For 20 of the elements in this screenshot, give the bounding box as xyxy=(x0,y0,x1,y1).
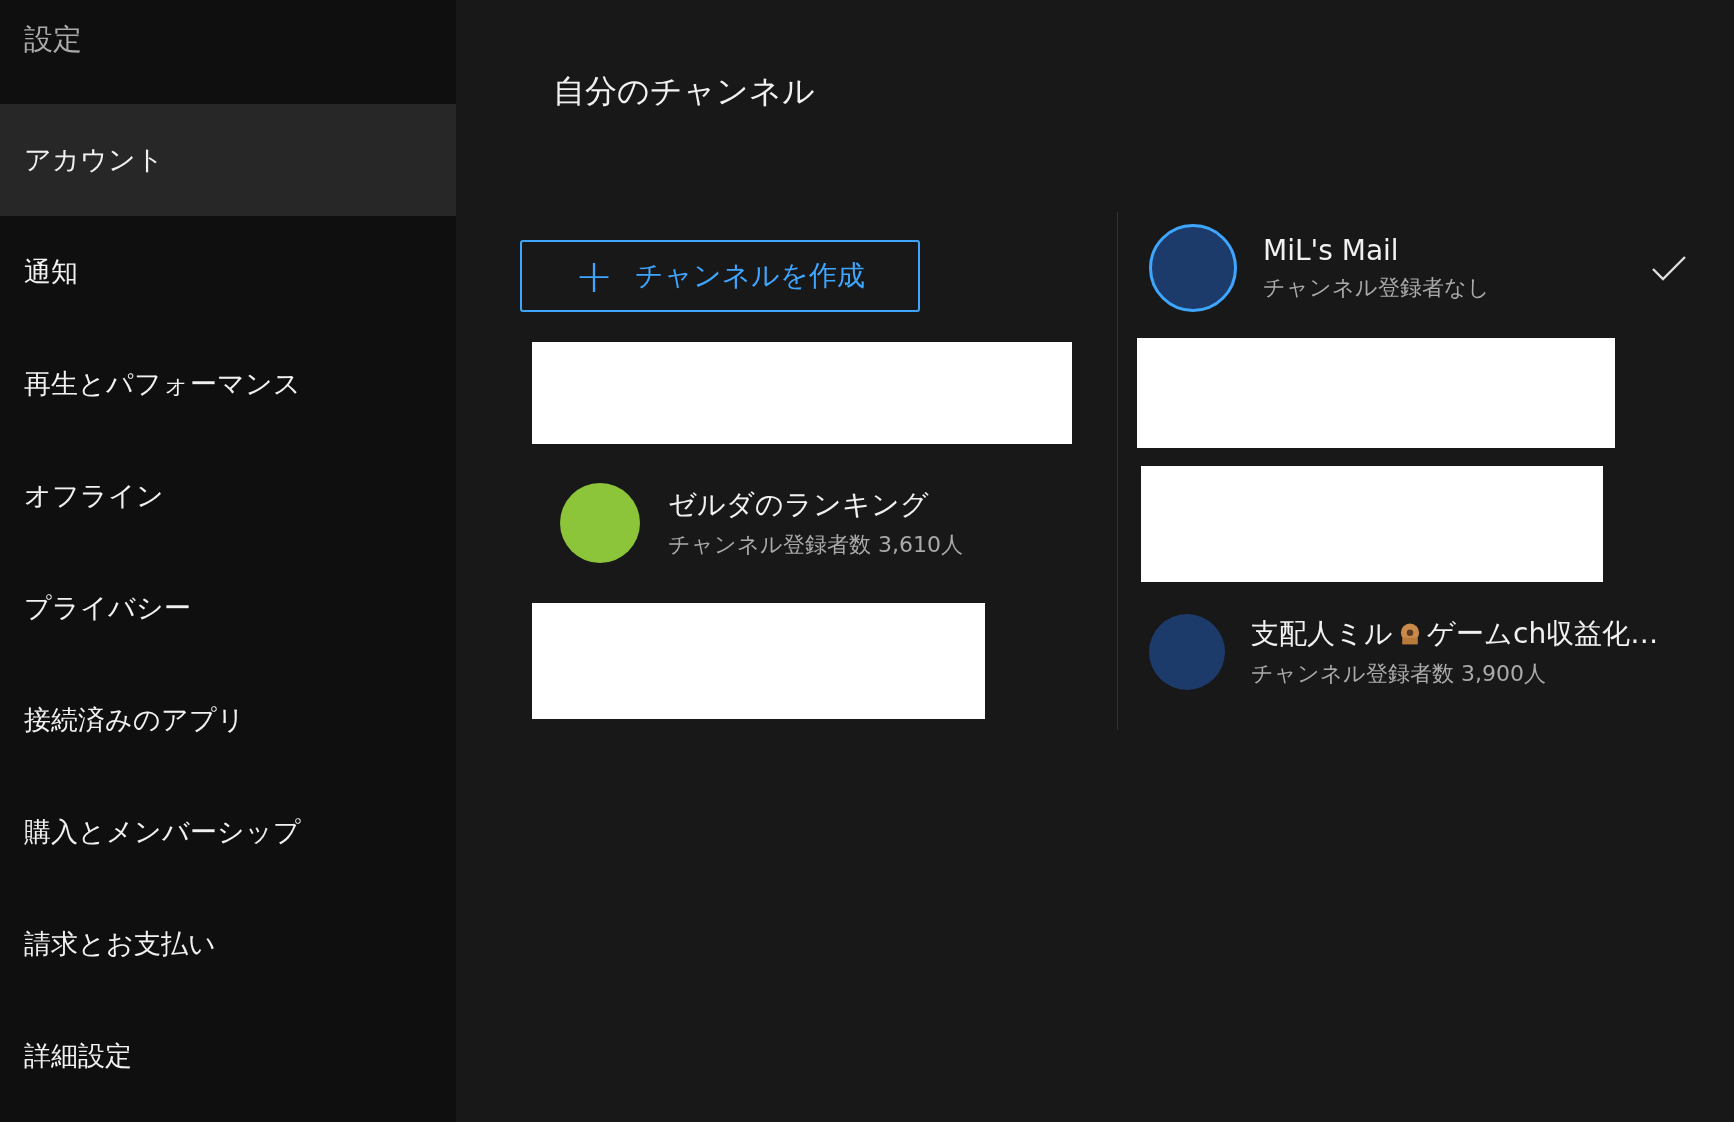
sidebar-item[interactable]: 通知 xyxy=(0,216,456,328)
sidebar-item[interactable]: プライバシー xyxy=(0,552,456,664)
plus-icon: + xyxy=(574,253,614,299)
sidebar-item[interactable]: 接続済みのアプリ xyxy=(0,664,456,776)
subscriber-count: チャンネル登録者数 3,610人 xyxy=(668,531,964,559)
page-title: 自分のチャンネル xyxy=(553,71,816,112)
sidebar-item[interactable]: アカウント xyxy=(0,104,456,216)
subscriber-count: チャンネル登録者なし xyxy=(1263,273,1491,302)
sidebar-item[interactable]: 再生とパフォーマンス xyxy=(0,328,456,440)
checkmark-icon xyxy=(1651,255,1687,281)
sidebar-title: 設定 xyxy=(23,21,83,58)
create-channel-button[interactable]: + チャンネルを作成 xyxy=(520,240,920,312)
sidebar-item[interactable]: 詳細設定 xyxy=(0,1000,456,1112)
sidebar-item[interactable]: オフライン xyxy=(0,440,456,552)
sidebar-item[interactable]: 請求とお支払い xyxy=(0,888,456,1000)
channel-name: 支配人ミル ゲームch収益化… xyxy=(1251,616,1660,652)
channel-name: ゼルダのランキング xyxy=(668,487,930,523)
channel-name: MiL's Mail xyxy=(1263,233,1400,267)
sidebar-item[interactable]: 購入とメンバーシップ xyxy=(0,776,456,888)
subscriber-count: チャンネル登録者数 3,900人 xyxy=(1251,660,1547,688)
